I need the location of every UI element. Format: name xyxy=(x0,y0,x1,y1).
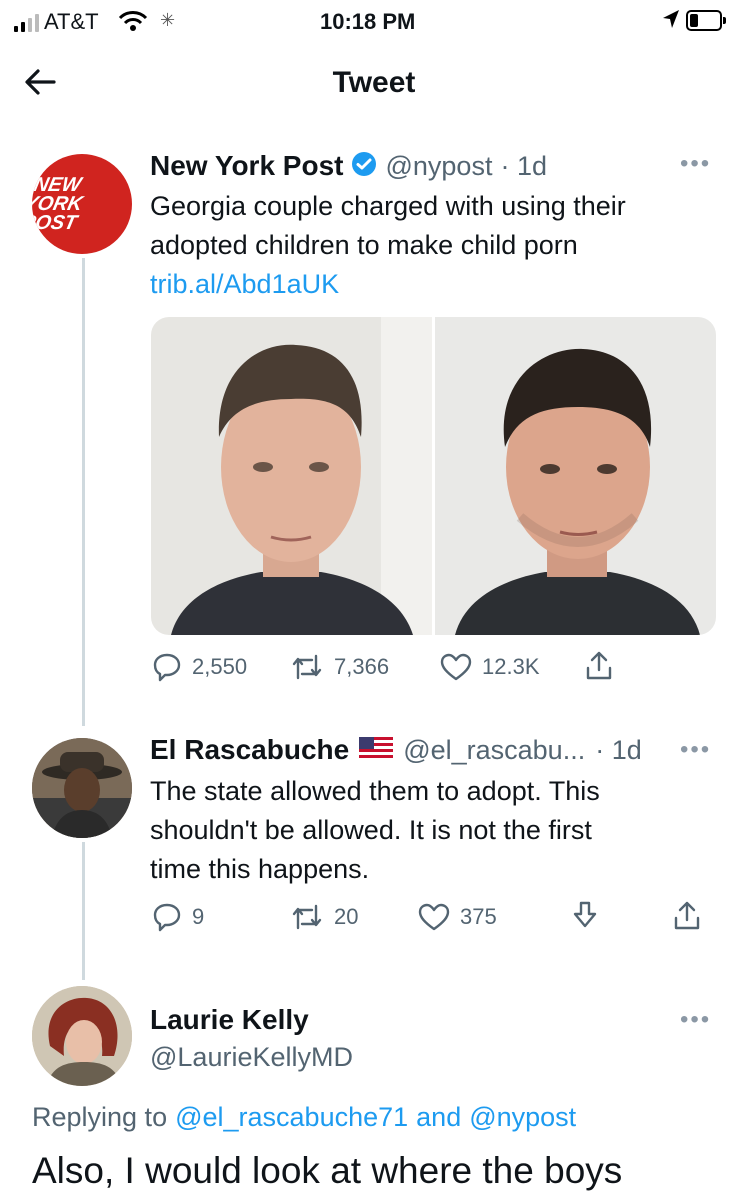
bookmark-button[interactable] xyxy=(570,900,600,932)
retweet-button[interactable]: 20 xyxy=(290,902,358,932)
retweet-icon xyxy=(292,654,322,680)
tweet-link[interactable]: trib.al/Abd1aUK xyxy=(150,265,626,304)
replying-and: and xyxy=(416,1102,462,1132)
like-button[interactable]: 12.3K xyxy=(440,652,540,682)
author-name[interactable]: Laurie Kelly xyxy=(150,1004,309,1036)
more-options-icon[interactable]: ••• xyxy=(680,150,711,178)
nypost-logo: NEW YORK POST xyxy=(32,174,86,234)
author-name[interactable]: El Rascabuche xyxy=(150,734,349,766)
tweet-text-line: adopted children to make child porn xyxy=(150,230,578,260)
tweet-time: · 1d xyxy=(500,150,547,181)
retweet-button[interactable]: 7,366 xyxy=(290,652,389,682)
share-icon xyxy=(586,651,612,680)
author-handle[interactable]: @LaurieKellyMD xyxy=(150,1042,353,1073)
mugshot-left xyxy=(151,317,432,635)
svg-text:POST: POST xyxy=(32,212,80,234)
more-options-icon[interactable]: ••• xyxy=(680,1006,711,1034)
wifi-icon xyxy=(118,10,148,38)
thread-line xyxy=(82,258,85,726)
share-button[interactable] xyxy=(672,900,702,932)
tweet2-header: El Rascabuche @el_rascabu... · 1d xyxy=(150,734,642,766)
tweet3-text: Also, I would look at where the boys xyxy=(32,1150,623,1191)
location-icon xyxy=(662,9,680,35)
author-name[interactable]: New York Post xyxy=(150,150,343,182)
status-bar: AT&T ✳ 10:18 PM xyxy=(0,0,748,44)
replying-user-link[interactable]: @nypost xyxy=(469,1102,576,1133)
author-handle[interactable]: @nypost xyxy=(385,151,492,182)
el-rascabuche-avatar[interactable] xyxy=(32,738,132,838)
tweet2-text: The state allowed them to adopt. This sh… xyxy=(150,772,600,889)
like-button[interactable]: 375 xyxy=(418,902,497,932)
us-flag-icon xyxy=(359,736,394,764)
carrier-label: AT&T xyxy=(44,9,99,34)
laurie-kelly-avatar[interactable] xyxy=(32,986,132,1086)
page-title: Tweet xyxy=(332,66,416,99)
tweet-text-line: shouldn't be allowed. It is not the firs… xyxy=(150,815,592,845)
mugshot-right xyxy=(435,317,716,635)
retweet-icon xyxy=(292,904,322,930)
share-button[interactable] xyxy=(584,650,614,682)
replying-to: Replying to @el_rascabuche71 and @nypost xyxy=(32,1102,576,1133)
like-count: 375 xyxy=(460,904,497,929)
reply-count: 9 xyxy=(192,904,205,929)
like-count: 12.3K xyxy=(482,654,540,679)
activity-icon: ✳ xyxy=(160,10,176,30)
verified-badge-icon xyxy=(351,151,377,182)
heart-icon xyxy=(440,653,472,681)
tweet1-header: New York Post @nypost · 1d xyxy=(150,150,547,182)
status-time: 10:18 PM xyxy=(320,9,416,34)
tweet-time: · 1d xyxy=(595,734,642,765)
retweet-count: 20 xyxy=(334,904,359,929)
reply-count: 2,550 xyxy=(192,654,248,679)
thread-line xyxy=(82,842,85,980)
reply-button[interactable]: 2,550 xyxy=(152,652,247,682)
tweet-media[interactable] xyxy=(151,317,716,635)
replying-user-link[interactable]: @el_rascabuche71 xyxy=(175,1102,408,1133)
tweet-text-line: The state allowed them to adopt. This xyxy=(150,776,600,806)
download-icon xyxy=(573,901,597,928)
retweet-count: 7,366 xyxy=(334,654,390,679)
reply-icon xyxy=(153,653,181,682)
reply-button[interactable]: 9 xyxy=(152,902,204,932)
tweet1-text: Georgia couple charged with using their … xyxy=(150,187,626,304)
author-handle[interactable]: @el_rascabu... xyxy=(403,735,585,766)
replying-prefix: Replying to xyxy=(32,1102,168,1132)
tweet-text-line: time this happens. xyxy=(150,854,370,884)
tweet-text-line: Georgia couple charged with using their xyxy=(150,191,626,221)
nypost-avatar[interactable]: NEW YORK POST xyxy=(32,154,132,254)
signal-icon xyxy=(14,14,39,32)
more-options-icon[interactable]: ••• xyxy=(680,736,711,764)
reply-icon xyxy=(153,903,181,932)
heart-icon xyxy=(418,903,450,931)
share-icon xyxy=(674,901,700,930)
battery-icon xyxy=(686,10,726,31)
